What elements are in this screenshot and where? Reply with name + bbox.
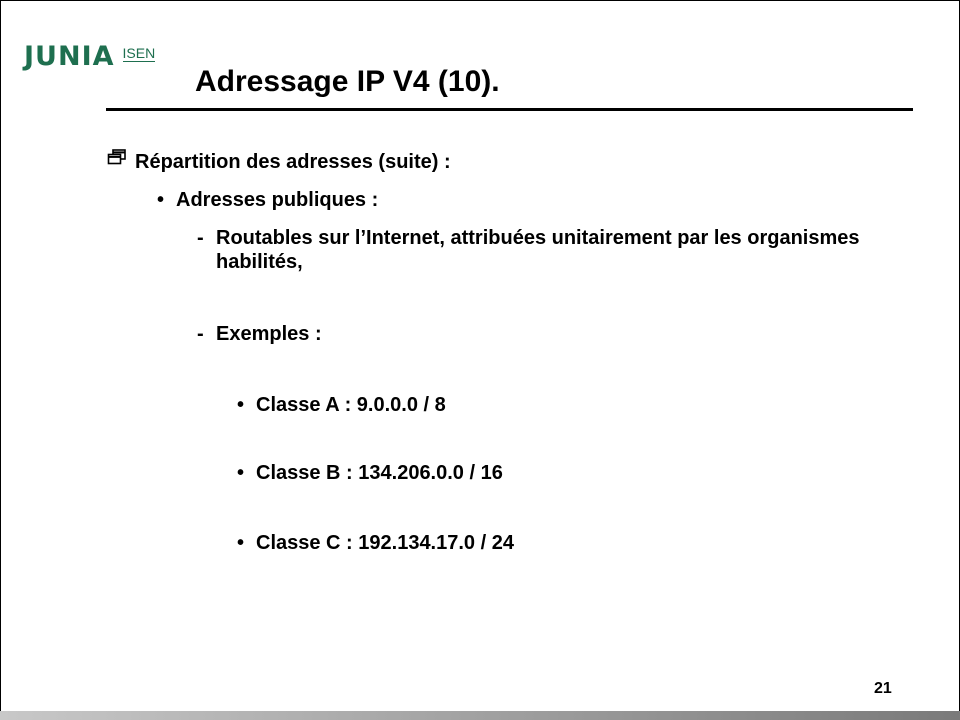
dash-item-routables: Routables sur l’Internet, attribuées uni…	[216, 227, 860, 273]
level2-heading: Adresses publiques :	[176, 189, 379, 211]
logo-sub: ISEN	[122, 45, 156, 62]
slide: JUNIA ISEN Adressage IP V4 (10). Réparti…	[0, 0, 960, 720]
dash-marker: -	[197, 227, 204, 249]
example-bullet: •	[237, 394, 245, 416]
title-divider	[106, 108, 913, 111]
footer-bar	[0, 711, 960, 720]
example-classe-c: Classe C : 192.134.17.0 / 24	[256, 532, 514, 554]
level2-bullet: •	[157, 189, 165, 211]
example-bullet: •	[237, 462, 245, 484]
slide-title: Adressage IP V4 (10).	[195, 65, 500, 98]
level1-heading: Répartition des adresses (suite) :	[135, 151, 451, 173]
example-classe-b: Classe B : 134.206.0.0 / 16	[256, 462, 503, 484]
junia-isen-logo: JUNIA ISEN	[24, 40, 156, 74]
dash-item-exemples: Exemples :	[216, 323, 322, 345]
dash-marker: -	[197, 323, 204, 345]
page-number: 21	[874, 680, 892, 697]
example-bullet: •	[237, 532, 245, 554]
logo-brand: JUNIA	[24, 41, 115, 72]
example-classe-a: Classe A : 9.0.0.0 / 8	[256, 394, 446, 416]
window-restore-icon	[107, 149, 126, 165]
